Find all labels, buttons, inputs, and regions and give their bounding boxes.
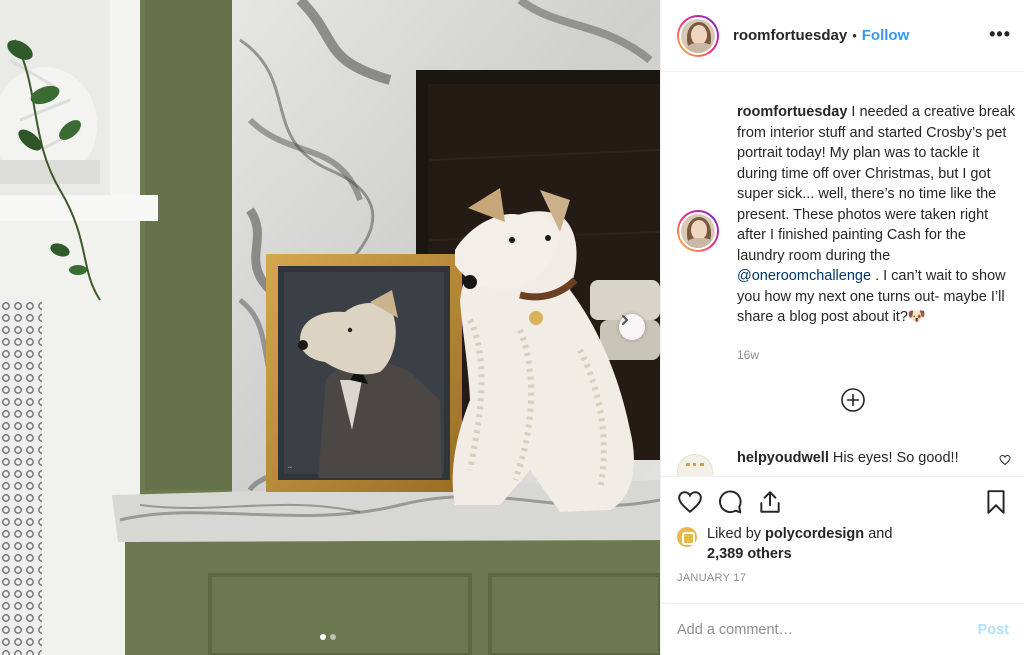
more-options-icon[interactable]: ••• xyxy=(989,24,1011,45)
caption-body: I needed a creative break from interior … xyxy=(737,104,1016,264)
caption-avatar[interactable] xyxy=(677,210,719,252)
author-avatar[interactable] xyxy=(677,14,719,57)
comment-bubble-icon[interactable] xyxy=(717,489,743,515)
likes-count-link[interactable]: 2,389 others xyxy=(707,546,792,562)
comment-like-heart-icon[interactable] xyxy=(999,454,1011,466)
comment-input[interactable] xyxy=(677,621,957,638)
action-bar xyxy=(661,476,1024,524)
add-comment-bar: Post xyxy=(661,603,1024,655)
caption-mention-link[interactable]: @oneroomchallenge xyxy=(737,268,871,284)
post-modal: ~ roomfortuesday • Follow ••• roomfortue… xyxy=(0,0,1024,655)
header-separator: • xyxy=(852,28,857,43)
carousel-dot-active xyxy=(320,634,326,640)
commenter-avatar[interactable] xyxy=(677,454,713,476)
svg-text:~: ~ xyxy=(288,464,292,472)
caption: roomfortuesday I needed a creative break… xyxy=(677,102,1017,328)
likes-conjunction: and xyxy=(868,526,893,542)
comment-item: helpyoudwell His eyes! So good!! xyxy=(677,448,1017,476)
post-header: roomfortuesday • Follow ••• xyxy=(661,0,1024,72)
likes-prefix: Liked by xyxy=(707,526,762,542)
carousel-next-button[interactable] xyxy=(619,314,645,340)
heart-icon[interactable] xyxy=(677,489,703,515)
liker-username[interactable]: polycordesign xyxy=(765,526,864,542)
liker-avatar[interactable] xyxy=(677,527,697,547)
carousel-dot xyxy=(330,634,336,640)
share-icon[interactable] xyxy=(757,489,783,515)
post-date[interactable]: JANUARY 17 xyxy=(677,572,746,584)
comment-body: His eyes! So good!! xyxy=(832,450,959,466)
plus-circle-icon[interactable] xyxy=(839,386,867,414)
comment-username[interactable]: helpyoudwell xyxy=(737,450,829,466)
bookmark-icon[interactable] xyxy=(983,489,1009,515)
author-username[interactable]: roomfortuesday xyxy=(733,27,847,44)
chevron-right-icon xyxy=(622,315,629,325)
photo-illustration: ~ xyxy=(0,0,660,655)
likes-summary: Liked by polycordesign and 2,389 others xyxy=(677,524,1017,564)
caption-timestamp[interactable]: 16w xyxy=(737,348,759,362)
likes-text: Liked by polycordesign and 2,389 others xyxy=(707,524,892,564)
comments-section[interactable]: roomfortuesday I needed a creative break… xyxy=(661,72,1024,476)
post-photo[interactable]: ~ xyxy=(0,0,660,655)
post-comment-button[interactable]: Post xyxy=(978,622,1009,638)
caption-text: roomfortuesday I needed a creative break… xyxy=(737,102,1017,328)
caption-username[interactable]: roomfortuesday xyxy=(737,104,847,120)
post-details-panel: roomfortuesday • Follow ••• roomfortuesd… xyxy=(660,0,1024,655)
comment-text: helpyoudwell His eyes! So good!! xyxy=(737,448,987,468)
follow-button[interactable]: Follow xyxy=(862,27,910,44)
carousel-indicator xyxy=(320,634,336,640)
